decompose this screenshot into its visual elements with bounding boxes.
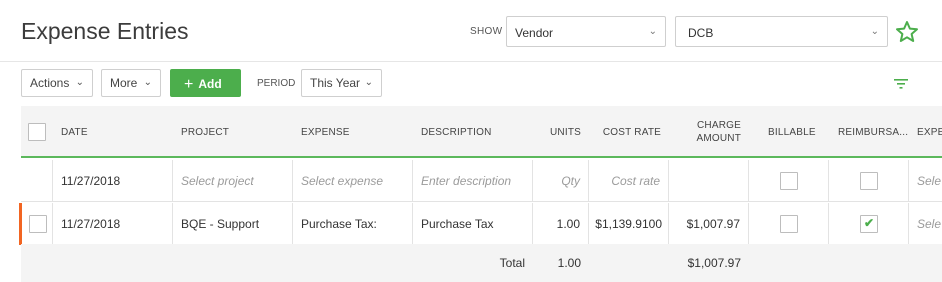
select-all-checkbox[interactable] (28, 123, 46, 141)
row-expense[interactable]: Purchase Tax: (293, 203, 413, 245)
checkmark-icon: ✔ (864, 216, 875, 230)
grid-header: DATE PROJECT EXPENSE DESCRIPTION UNITS C… (21, 106, 942, 158)
units-input[interactable]: Qty (533, 160, 589, 202)
row-checkbox[interactable] (29, 215, 47, 233)
column-header-reimbursable[interactable]: REIMBURSA... (838, 106, 908, 158)
show-label: SHOW (470, 26, 503, 37)
filter-icon[interactable] (894, 78, 908, 90)
add-button[interactable]: + Add (170, 69, 241, 97)
more-button[interactable]: More ⌄ (101, 69, 161, 97)
expense-type-input[interactable]: Sele (909, 160, 942, 202)
column-header-expense[interactable]: EXPENSE (301, 106, 350, 158)
total-charge-amount: $1,007.97 (687, 256, 741, 270)
column-header-description[interactable]: DESCRIPTION (421, 106, 492, 158)
show-select[interactable]: Vendor ⌄ (506, 16, 666, 47)
row-expense-type[interactable]: Sele (909, 203, 942, 245)
expense-grid: DATE PROJECT EXPENSE DESCRIPTION UNITS C… (19, 106, 942, 282)
column-header-expense-type[interactable]: EXPE (917, 106, 942, 158)
charge-amount-cell (669, 160, 749, 202)
table-row[interactable]: 11/27/2018 BQE - Support Purchase Tax: P… (19, 203, 942, 245)
column-header-billable[interactable]: BILLABLE (768, 106, 816, 158)
row-charge-amount[interactable]: $1,007.97 (669, 203, 749, 245)
billable-checkbox[interactable] (780, 172, 798, 190)
toolbar: Actions ⌄ More ⌄ + Add This Year ⌄ (0, 62, 942, 106)
page-title: Expense Entries (21, 18, 189, 44)
row-date[interactable]: 11/27/2018 (53, 203, 173, 245)
row-project[interactable]: BQE - Support (173, 203, 293, 245)
plus-icon: + (184, 76, 194, 93)
cost-rate-input[interactable]: Cost rate (589, 160, 669, 202)
row-units[interactable]: 1.00 (533, 203, 589, 245)
row-billable-cell (749, 203, 829, 245)
chevron-down-icon: ⌄ (143, 77, 152, 88)
chevron-down-icon: ⌄ (648, 26, 657, 37)
chevron-down-icon: ⌄ (870, 26, 879, 37)
expense-input[interactable]: Select expense (293, 160, 413, 202)
billable-cell (749, 160, 829, 202)
description-input[interactable]: Enter description (413, 160, 533, 202)
star-outline-icon[interactable] (895, 20, 919, 44)
actions-button-label: Actions (30, 76, 70, 90)
column-header-project[interactable]: PROJECT (181, 106, 229, 158)
column-header-charge-amount[interactable]: CHARGE AMOUNT (669, 106, 741, 158)
show-select-value: Vendor (515, 26, 554, 40)
actions-button[interactable]: Actions ⌄ (21, 69, 93, 97)
column-header-units[interactable]: UNITS (541, 106, 581, 158)
row-cost-rate[interactable]: $1,139.9100 (589, 203, 669, 245)
row-description[interactable]: Purchase Tax (413, 203, 533, 245)
vendor-select[interactable]: DCB ⌄ (675, 16, 888, 47)
column-header-charge-line2: AMOUNT (696, 133, 741, 144)
row-billable-checkbox[interactable] (780, 215, 798, 233)
column-header-date[interactable]: DATE (61, 106, 88, 158)
new-entry-select-cell (21, 160, 53, 202)
reimbursable-cell (829, 160, 909, 202)
row-reimbursable-cell: ✔ (829, 203, 909, 245)
reimbursable-checkbox[interactable] (860, 172, 878, 190)
period-label: PERIOD (257, 78, 296, 89)
new-entry-row: 11/27/2018 Select project Select expense… (21, 160, 942, 202)
row-select-cell (21, 203, 53, 245)
period-select[interactable]: This Year ⌄ (301, 69, 382, 97)
add-button-label: Add (198, 77, 222, 91)
chevron-down-icon: ⌄ (75, 77, 84, 88)
column-header-cost-rate[interactable]: COST RATE (589, 106, 661, 158)
period-select-value: This Year (310, 76, 361, 90)
totals-row: Total 1.00 $1,007.97 (21, 244, 942, 282)
total-units: 1.00 (557, 256, 581, 270)
new-entry-date[interactable]: 11/27/2018 (53, 160, 173, 202)
total-label: Total (499, 256, 525, 270)
more-button-label: More (110, 76, 138, 90)
row-reimbursable-checkbox[interactable]: ✔ (860, 215, 878, 233)
column-header-charge-line1: CHARGE (697, 120, 741, 131)
vendor-select-value: DCB (688, 26, 714, 40)
project-input[interactable]: Select project (173, 160, 293, 202)
chevron-down-icon: ⌄ (364, 77, 373, 88)
title-bar: Expense Entries SHOW Vendor ⌄ DCB ⌄ (0, 0, 942, 62)
